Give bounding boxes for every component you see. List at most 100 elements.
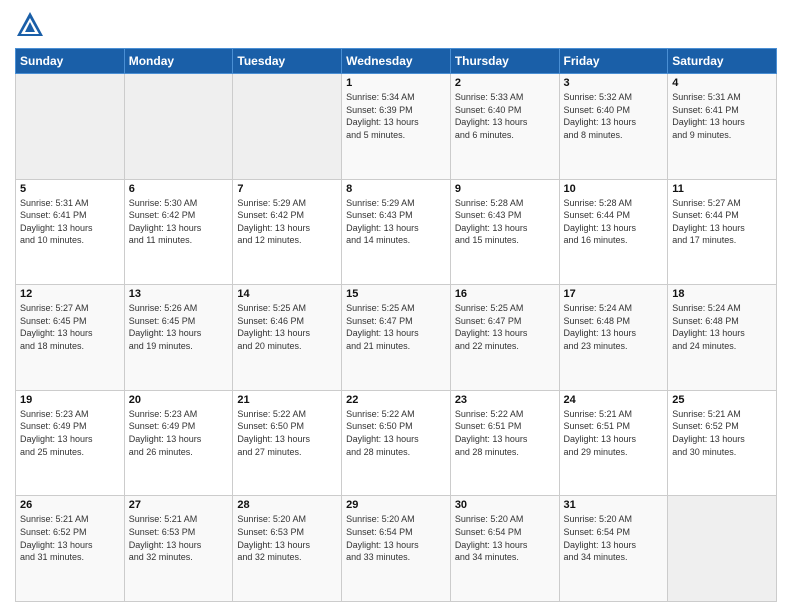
day-cell: 15 Sunrise: 5:25 AM Sunset: 6:47 PM Dayli… — [342, 285, 451, 391]
day-info: Sunrise: 5:23 AM Sunset: 6:49 PM Dayligh… — [129, 408, 229, 458]
day-cell: 30 Sunrise: 5:20 AM Sunset: 6:54 PM Dayli… — [450, 496, 559, 602]
day-cell: 28 Sunrise: 5:20 AM Sunset: 6:53 PM Dayli… — [233, 496, 342, 602]
weekday-header-friday: Friday — [559, 49, 668, 74]
day-cell: 13 Sunrise: 5:26 AM Sunset: 6:45 PM Dayli… — [124, 285, 233, 391]
week-row-4: 19 Sunrise: 5:23 AM Sunset: 6:49 PM Dayli… — [16, 390, 777, 496]
day-number: 1 — [346, 77, 446, 89]
day-info: Sunrise: 5:31 AM Sunset: 6:41 PM Dayligh… — [672, 91, 772, 141]
day-number: 10 — [564, 183, 664, 195]
day-info: Sunrise: 5:32 AM Sunset: 6:40 PM Dayligh… — [564, 91, 664, 141]
day-cell: 25 Sunrise: 5:21 AM Sunset: 6:52 PM Dayli… — [668, 390, 777, 496]
day-number: 19 — [20, 394, 120, 406]
day-number: 18 — [672, 288, 772, 300]
day-number: 31 — [564, 499, 664, 511]
day-info: Sunrise: 5:27 AM Sunset: 6:44 PM Dayligh… — [672, 197, 772, 247]
day-number: 4 — [672, 77, 772, 89]
day-number: 15 — [346, 288, 446, 300]
weekday-header-thursday: Thursday — [450, 49, 559, 74]
weekday-header-saturday: Saturday — [668, 49, 777, 74]
day-info: Sunrise: 5:29 AM Sunset: 6:43 PM Dayligh… — [346, 197, 446, 247]
day-info: Sunrise: 5:28 AM Sunset: 6:44 PM Dayligh… — [564, 197, 664, 247]
day-cell: 20 Sunrise: 5:23 AM Sunset: 6:49 PM Dayli… — [124, 390, 233, 496]
week-row-2: 5 Sunrise: 5:31 AM Sunset: 6:41 PM Daylig… — [16, 179, 777, 285]
day-info: Sunrise: 5:20 AM Sunset: 6:53 PM Dayligh… — [237, 513, 337, 563]
day-cell: 26 Sunrise: 5:21 AM Sunset: 6:52 PM Dayli… — [16, 496, 125, 602]
day-number: 23 — [455, 394, 555, 406]
day-info: Sunrise: 5:25 AM Sunset: 6:47 PM Dayligh… — [346, 302, 446, 352]
day-number: 9 — [455, 183, 555, 195]
day-cell: 29 Sunrise: 5:20 AM Sunset: 6:54 PM Dayli… — [342, 496, 451, 602]
week-row-3: 12 Sunrise: 5:27 AM Sunset: 6:45 PM Dayli… — [16, 285, 777, 391]
day-cell: 14 Sunrise: 5:25 AM Sunset: 6:46 PM Dayli… — [233, 285, 342, 391]
day-info: Sunrise: 5:21 AM Sunset: 6:52 PM Dayligh… — [672, 408, 772, 458]
day-cell: 1 Sunrise: 5:34 AM Sunset: 6:39 PM Daylig… — [342, 74, 451, 180]
day-cell: 27Sunrise: 5:21 AM Sunset: 6:53 PM Dayli… — [124, 496, 233, 602]
day-info: Sunrise: 5:20 AM Sunset: 6:54 PM Dayligh… — [346, 513, 446, 563]
day-info: Sunrise: 5:21 AM Sunset: 6:51 PM Dayligh… — [564, 408, 664, 458]
weekday-header-monday: Monday — [124, 49, 233, 74]
logo-icon — [15, 10, 45, 40]
day-info: Sunrise: 5:24 AM Sunset: 6:48 PM Dayligh… — [564, 302, 664, 352]
day-info: Sunrise: 5:21 AM Sunset: 6:52 PM Dayligh… — [20, 513, 120, 563]
day-info: Sunrise: 5:28 AM Sunset: 6:43 PM Dayligh… — [455, 197, 555, 247]
day-number: 26 — [20, 499, 120, 511]
day-cell: 17Sunrise: 5:24 AM Sunset: 6:48 PM Dayli… — [559, 285, 668, 391]
day-cell: 22Sunrise: 5:22 AM Sunset: 6:50 PM Dayli… — [342, 390, 451, 496]
day-number: 30 — [455, 499, 555, 511]
day-info: Sunrise: 5:25 AM Sunset: 6:47 PM Dayligh… — [455, 302, 555, 352]
day-info: Sunrise: 5:31 AM Sunset: 6:41 PM Dayligh… — [20, 197, 120, 247]
day-cell: 18 Sunrise: 5:24 AM Sunset: 6:48 PM Dayli… — [668, 285, 777, 391]
day-number: 29 — [346, 499, 446, 511]
day-info: Sunrise: 5:26 AM Sunset: 6:45 PM Dayligh… — [129, 302, 229, 352]
calendar-table: SundayMondayTuesdayWednesdayThursdayFrid… — [15, 48, 777, 602]
weekday-header-sunday: Sunday — [16, 49, 125, 74]
day-cell: 2Sunrise: 5:33 AM Sunset: 6:40 PM Daylig… — [450, 74, 559, 180]
day-cell: 12 Sunrise: 5:27 AM Sunset: 6:45 PM Dayli… — [16, 285, 125, 391]
day-cell — [233, 74, 342, 180]
day-number: 21 — [237, 394, 337, 406]
day-number: 2 — [455, 77, 555, 89]
day-info: Sunrise: 5:29 AM Sunset: 6:42 PM Dayligh… — [237, 197, 337, 247]
day-info: Sunrise: 5:22 AM Sunset: 6:51 PM Dayligh… — [455, 408, 555, 458]
day-cell: 5 Sunrise: 5:31 AM Sunset: 6:41 PM Daylig… — [16, 179, 125, 285]
day-info: Sunrise: 5:24 AM Sunset: 6:48 PM Dayligh… — [672, 302, 772, 352]
day-number: 22 — [346, 394, 446, 406]
day-cell: 23 Sunrise: 5:22 AM Sunset: 6:51 PM Dayli… — [450, 390, 559, 496]
logo — [15, 10, 49, 40]
day-cell: 10 Sunrise: 5:28 AM Sunset: 6:44 PM Dayli… — [559, 179, 668, 285]
day-number: 25 — [672, 394, 772, 406]
day-number: 6 — [129, 183, 229, 195]
day-number: 20 — [129, 394, 229, 406]
day-cell: 3 Sunrise: 5:32 AM Sunset: 6:40 PM Daylig… — [559, 74, 668, 180]
day-cell: 21 Sunrise: 5:22 AM Sunset: 6:50 PM Dayli… — [233, 390, 342, 496]
day-info: Sunrise: 5:22 AM Sunset: 6:50 PM Dayligh… — [237, 408, 337, 458]
day-number: 28 — [237, 499, 337, 511]
day-number: 13 — [129, 288, 229, 300]
day-cell — [124, 74, 233, 180]
page: SundayMondayTuesdayWednesdayThursdayFrid… — [0, 0, 792, 612]
day-info: Sunrise: 5:34 AM Sunset: 6:39 PM Dayligh… — [346, 91, 446, 141]
day-info: Sunrise: 5:30 AM Sunset: 6:42 PM Dayligh… — [129, 197, 229, 247]
week-row-5: 26 Sunrise: 5:21 AM Sunset: 6:52 PM Dayli… — [16, 496, 777, 602]
day-cell: 31 Sunrise: 5:20 AM Sunset: 6:54 PM Dayli… — [559, 496, 668, 602]
week-row-1: 1 Sunrise: 5:34 AM Sunset: 6:39 PM Daylig… — [16, 74, 777, 180]
day-info: Sunrise: 5:27 AM Sunset: 6:45 PM Dayligh… — [20, 302, 120, 352]
day-cell: 19Sunrise: 5:23 AM Sunset: 6:49 PM Dayli… — [16, 390, 125, 496]
day-number: 5 — [20, 183, 120, 195]
weekday-header-tuesday: Tuesday — [233, 49, 342, 74]
day-number: 8 — [346, 183, 446, 195]
day-cell: 16Sunrise: 5:25 AM Sunset: 6:47 PM Dayli… — [450, 285, 559, 391]
day-number: 3 — [564, 77, 664, 89]
day-number: 12 — [20, 288, 120, 300]
day-number: 14 — [237, 288, 337, 300]
day-cell: 4 Sunrise: 5:31 AM Sunset: 6:41 PM Daylig… — [668, 74, 777, 180]
weekday-header-row: SundayMondayTuesdayWednesdayThursdayFrid… — [16, 49, 777, 74]
day-info: Sunrise: 5:20 AM Sunset: 6:54 PM Dayligh… — [455, 513, 555, 563]
day-cell: 7 Sunrise: 5:29 AM Sunset: 6:42 PM Daylig… — [233, 179, 342, 285]
day-cell: 9 Sunrise: 5:28 AM Sunset: 6:43 PM Daylig… — [450, 179, 559, 285]
day-number: 11 — [672, 183, 772, 195]
day-info: Sunrise: 5:25 AM Sunset: 6:46 PM Dayligh… — [237, 302, 337, 352]
day-number: 7 — [237, 183, 337, 195]
day-info: Sunrise: 5:20 AM Sunset: 6:54 PM Dayligh… — [564, 513, 664, 563]
day-number: 27 — [129, 499, 229, 511]
